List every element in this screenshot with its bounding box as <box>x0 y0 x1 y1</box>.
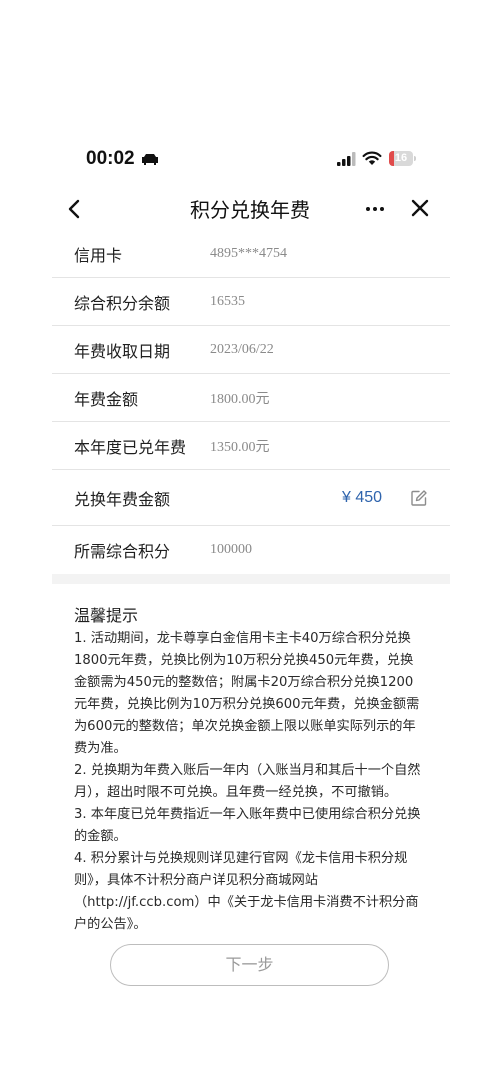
signal-icon <box>337 152 356 166</box>
edit-icon[interactable] <box>410 489 428 507</box>
row-credit-card: 信用卡 4895***4754 <box>52 230 450 278</box>
row-label: 年费金额 <box>74 389 139 409</box>
tip-item: 2. 兑换期为年费入账后一年内（入账当月和其后十一个自然月），超出时限不可兑换。… <box>74 763 421 800</box>
row-label: 所需综合积分 <box>74 542 171 561</box>
row-fee-amount: 年费金额 1800.00元 <box>52 374 450 422</box>
tip-item: 3. 本年度已兑年费指近一年入账年费中已使用综合积分兑换的金额。 <box>74 807 421 844</box>
card-number-value: 4895***4754 <box>210 245 287 261</box>
row-label: 兑换年费金额 <box>74 489 171 509</box>
required-points-value: 100000 <box>210 542 252 557</box>
tip-item: 1. 活动期间，龙卡尊享白金信用卡主卡40万综合积分兑换1800元年费，兑换比例… <box>74 631 420 756</box>
row-points-balance: 综合积分余额 16535 <box>52 278 450 326</box>
fee-amount-value: 1800.00元 <box>210 391 270 407</box>
battery-level: 16 <box>394 152 408 164</box>
row-exchange-amount[interactable]: 兑换年费金额 ¥ 450 <box>52 470 450 526</box>
tips-body: 1. 活动期间，龙卡尊享白金信用卡主卡40万综合积分兑换1800元年费，兑换比例… <box>74 628 426 936</box>
row-label: 信用卡 <box>74 245 123 265</box>
wifi-icon <box>362 151 382 165</box>
nav-bar: 积分兑换年费 <box>0 190 500 228</box>
car-icon <box>142 154 158 165</box>
fee-date-value: 2023/06/22 <box>210 341 274 357</box>
row-label: 综合积分余额 <box>74 293 171 313</box>
row-fee-date: 年费收取日期 2023/06/22 <box>52 326 450 374</box>
section-divider <box>52 574 450 584</box>
row-redeemed-fee: 本年度已兑年费 1350.00元 <box>52 422 450 470</box>
row-required-points: 所需综合积分 100000 <box>52 526 450 574</box>
points-balance-value: 16535 <box>210 293 245 309</box>
close-icon[interactable] <box>410 198 430 218</box>
next-button[interactable]: 下一步 <box>110 944 389 986</box>
status-time: 00:02 <box>86 148 135 169</box>
row-label: 本年度已兑年费 <box>74 437 187 457</box>
redeemed-fee-value: 1350.00元 <box>210 439 270 455</box>
exchange-amount-value[interactable]: ¥ 450 <box>342 489 382 507</box>
tip-item: 4. 积分累计与兑换规则详见建行官网《龙卡信用卡积分规则》，具体不计积分商户详见… <box>74 851 419 932</box>
status-bar: 00:02 16 <box>0 146 500 174</box>
more-dots-icon[interactable] <box>364 198 386 220</box>
row-label: 年费收取日期 <box>74 341 171 361</box>
fee-info-list: 信用卡 4895***4754 综合积分余额 16535 年费收取日期 2023… <box>52 230 450 574</box>
battery-indicator: 16 <box>389 151 416 166</box>
tips-title: 温馨提示 <box>74 606 139 625</box>
